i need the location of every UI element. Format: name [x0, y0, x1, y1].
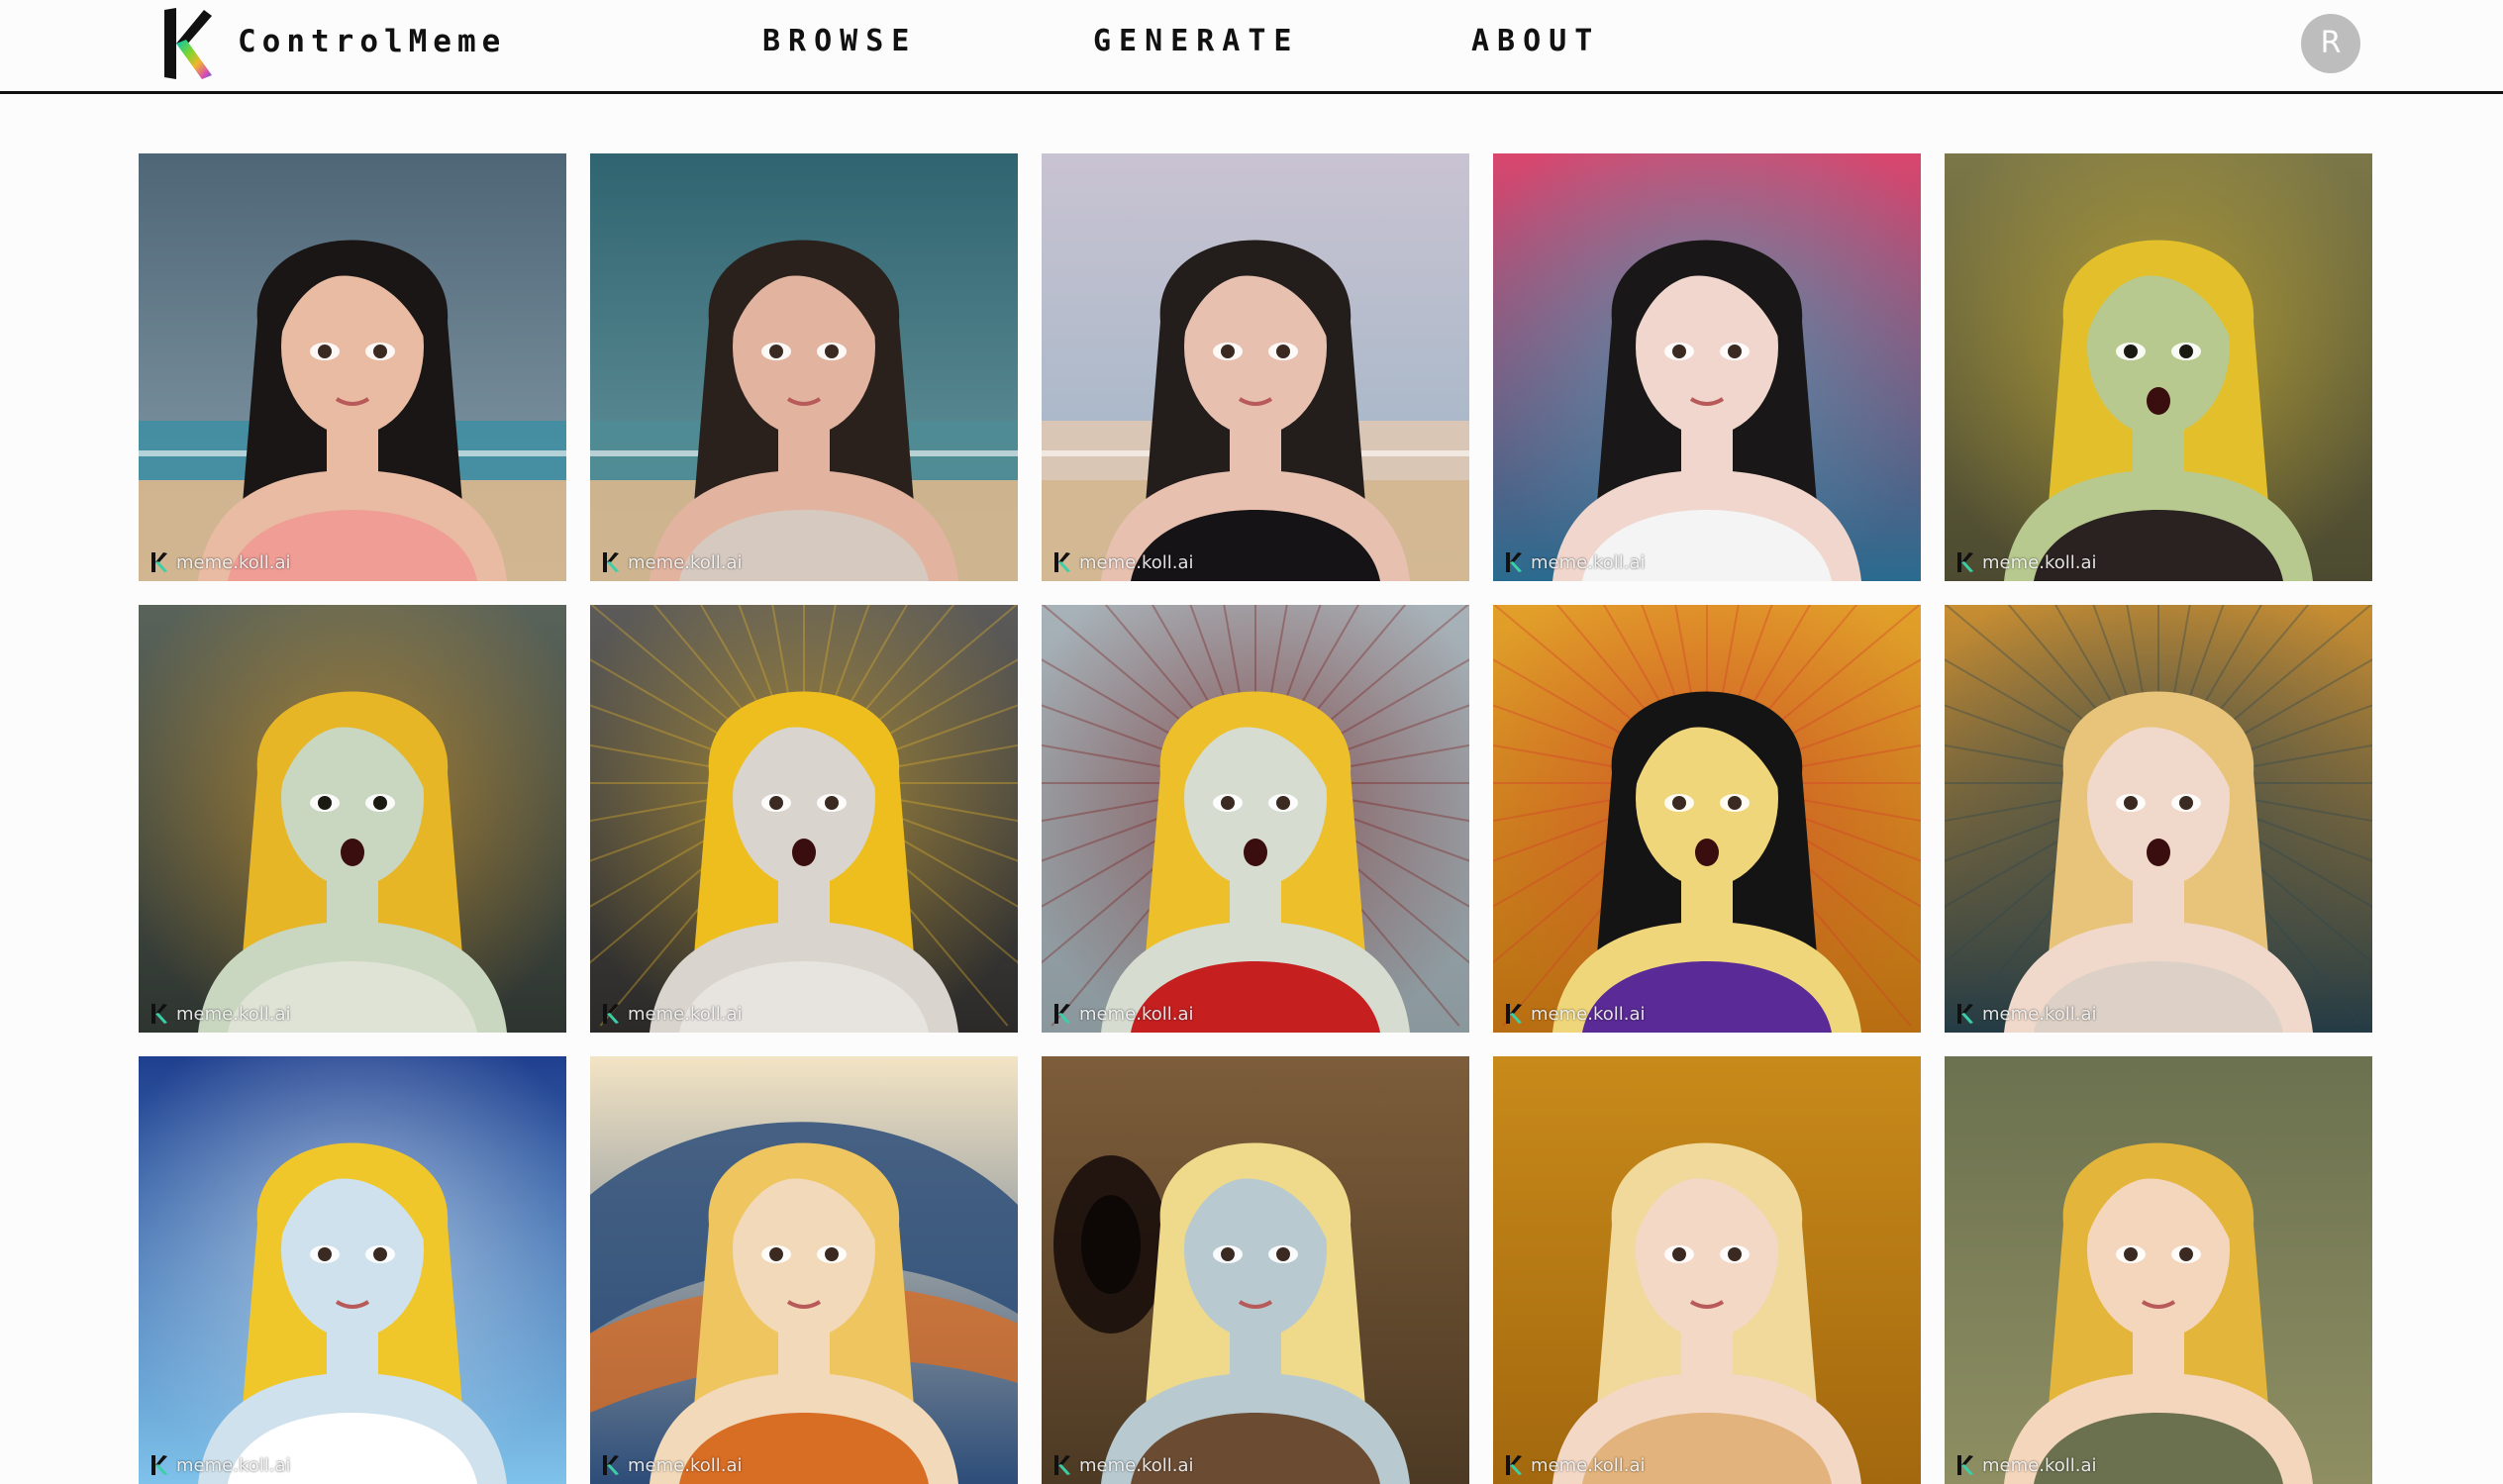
- brand-name[interactable]: ControlMeme: [238, 24, 506, 59]
- user-avatar[interactable]: R: [2301, 14, 2360, 73]
- nav-generate-link[interactable]: GENERATE: [1093, 24, 1300, 58]
- gallery-image-card[interactable]: meme.koll.ai: [1945, 153, 2372, 581]
- watermark: meme.koll.ai: [150, 551, 291, 573]
- watermark-logo-icon: [1506, 552, 1522, 572]
- gallery-image-card[interactable]: meme.koll.ai: [1042, 153, 1469, 581]
- portrait-artwork: [139, 153, 566, 581]
- portrait-artwork: [590, 605, 1018, 1033]
- gallery-image-card[interactable]: meme.koll.ai: [590, 605, 1018, 1033]
- portrait-artwork: [1493, 1056, 1921, 1484]
- gallery-image-card[interactable]: meme.koll.ai: [1493, 605, 1921, 1033]
- watermark: meme.koll.ai: [602, 1003, 743, 1025]
- gallery-image-card[interactable]: meme.koll.ai: [1042, 1056, 1469, 1484]
- watermark: meme.koll.ai: [1956, 551, 2097, 573]
- portrait-artwork: [139, 1056, 566, 1484]
- gallery-image-card[interactable]: meme.koll.ai: [590, 1056, 1018, 1484]
- watermark-text: meme.koll.ai: [1079, 551, 1194, 573]
- top-navigation-bar: ControlMeme BROWSE GENERATE ABOUT R: [0, 0, 2503, 94]
- watermark-logo-icon: [1957, 1004, 1973, 1024]
- watermark-logo-icon: [151, 1004, 167, 1024]
- watermark-logo-icon: [1957, 552, 1973, 572]
- gallery-image-card[interactable]: meme.koll.ai: [139, 1056, 566, 1484]
- watermark-text: meme.koll.ai: [176, 1003, 291, 1025]
- watermark: meme.koll.ai: [602, 551, 743, 573]
- gallery-image-card[interactable]: meme.koll.ai: [1042, 605, 1469, 1033]
- watermark-text: meme.koll.ai: [628, 551, 743, 573]
- watermark-text: meme.koll.ai: [1531, 551, 1646, 573]
- portrait-artwork: [1042, 153, 1469, 581]
- gallery-image-card[interactable]: meme.koll.ai: [590, 153, 1018, 581]
- portrait-artwork: [1493, 153, 1921, 581]
- portrait-artwork: [1945, 605, 2372, 1033]
- portrait-artwork: [590, 153, 1018, 581]
- gallery-image-card[interactable]: meme.koll.ai: [1493, 1056, 1921, 1484]
- watermark-logo-icon: [1054, 1455, 1070, 1475]
- watermark: meme.koll.ai: [1505, 1454, 1646, 1476]
- portrait-artwork: [1945, 153, 2372, 581]
- watermark-text: meme.koll.ai: [628, 1454, 743, 1476]
- watermark: meme.koll.ai: [1956, 1003, 2097, 1025]
- gallery-image-card[interactable]: meme.koll.ai: [1945, 1056, 2372, 1484]
- watermark: meme.koll.ai: [1053, 551, 1194, 573]
- portrait-artwork: [1042, 1056, 1469, 1484]
- watermark-logo-icon: [151, 1455, 167, 1475]
- watermark-text: meme.koll.ai: [1079, 1003, 1194, 1025]
- watermark-text: meme.koll.ai: [176, 1454, 291, 1476]
- watermark-logo-icon: [1957, 1455, 1973, 1475]
- watermark-logo-icon: [603, 1004, 619, 1024]
- watermark-logo-icon: [603, 1455, 619, 1475]
- watermark-text: meme.koll.ai: [1531, 1454, 1646, 1476]
- watermark-text: meme.koll.ai: [1079, 1454, 1194, 1476]
- watermark: meme.koll.ai: [1053, 1454, 1194, 1476]
- gallery-image-card[interactable]: meme.koll.ai: [1493, 153, 1921, 581]
- watermark-text: meme.koll.ai: [1982, 551, 2097, 573]
- watermark: meme.koll.ai: [1505, 551, 1646, 573]
- portrait-artwork: [1945, 1056, 2372, 1484]
- portrait-artwork: [1493, 605, 1921, 1033]
- watermark: meme.koll.ai: [150, 1003, 291, 1025]
- watermark-logo-icon: [1506, 1455, 1522, 1475]
- controlmeme-logo-icon[interactable]: [160, 6, 214, 81]
- watermark-text: meme.koll.ai: [1982, 1003, 2097, 1025]
- nav-about-link[interactable]: ABOUT: [1471, 24, 1600, 58]
- watermark: meme.koll.ai: [1956, 1454, 2097, 1476]
- watermark-logo-icon: [1506, 1004, 1522, 1024]
- watermark: meme.koll.ai: [602, 1454, 743, 1476]
- portrait-artwork: [1042, 605, 1469, 1033]
- watermark: meme.koll.ai: [1505, 1003, 1646, 1025]
- watermark-text: meme.koll.ai: [176, 551, 291, 573]
- watermark: meme.koll.ai: [1053, 1003, 1194, 1025]
- portrait-artwork: [139, 605, 566, 1033]
- nav-browse-link[interactable]: BROWSE: [762, 24, 917, 58]
- gallery-image-card[interactable]: meme.koll.ai: [139, 605, 566, 1033]
- watermark-logo-icon: [1054, 552, 1070, 572]
- gallery-image-card[interactable]: meme.koll.ai: [1945, 605, 2372, 1033]
- watermark-text: meme.koll.ai: [1982, 1454, 2097, 1476]
- watermark-text: meme.koll.ai: [628, 1003, 743, 1025]
- watermark-logo-icon: [151, 552, 167, 572]
- watermark-logo-icon: [1054, 1004, 1070, 1024]
- gallery-image-card[interactable]: meme.koll.ai: [139, 153, 566, 581]
- watermark-logo-icon: [603, 552, 619, 572]
- watermark-text: meme.koll.ai: [1531, 1003, 1646, 1025]
- portrait-artwork: [590, 1056, 1018, 1484]
- watermark: meme.koll.ai: [150, 1454, 291, 1476]
